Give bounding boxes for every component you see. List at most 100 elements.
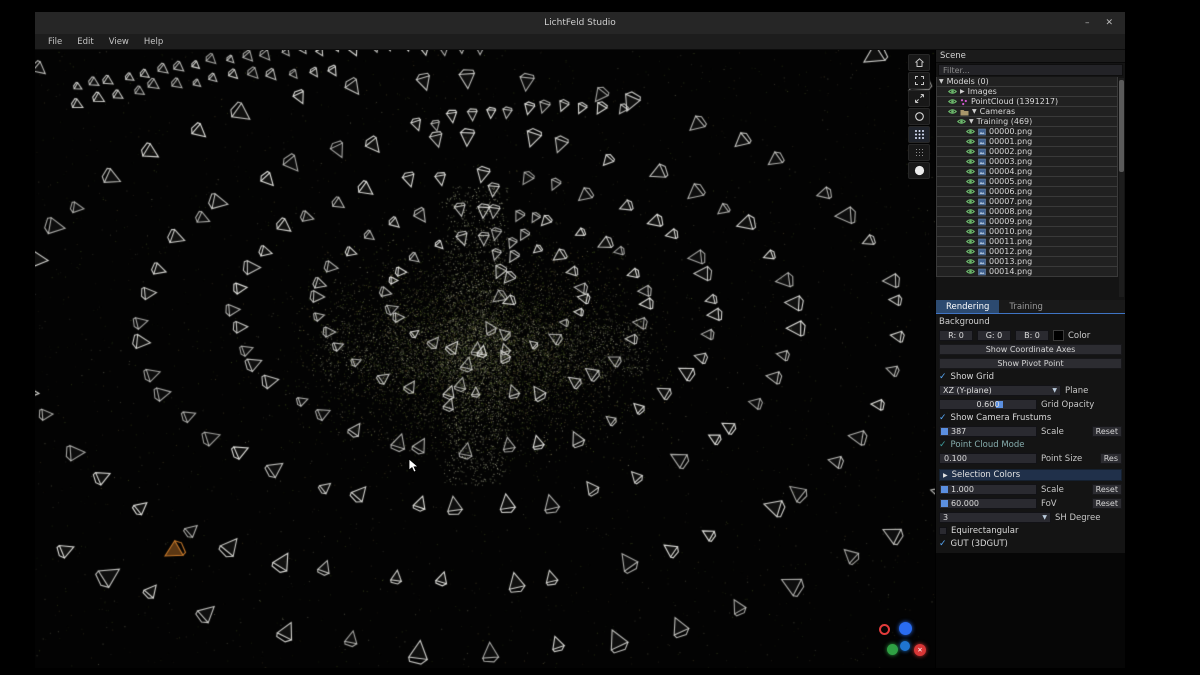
camera-scale-value: 1.000 bbox=[951, 485, 974, 494]
fov-row: 60.000 FoV Reset bbox=[939, 498, 1122, 509]
gizmo-axis-3[interactable] bbox=[900, 641, 910, 651]
grid-opacity-slider[interactable]: 0.600 bbox=[939, 399, 1037, 410]
mouse-cursor bbox=[408, 458, 420, 473]
visibility-eye-icon[interactable] bbox=[966, 258, 975, 265]
visibility-eye-icon[interactable] bbox=[948, 98, 957, 105]
show-grid-checkbox[interactable]: ✓ Show Grid bbox=[939, 372, 1122, 382]
visibility-eye-icon[interactable] bbox=[966, 188, 975, 195]
menu-edit[interactable]: Edit bbox=[77, 37, 93, 47]
viewport-toolbar bbox=[908, 54, 930, 179]
tree-item-label: 00012.png bbox=[989, 247, 1033, 256]
visibility-eye-icon[interactable] bbox=[966, 198, 975, 205]
visibility-eye-icon[interactable] bbox=[966, 158, 975, 165]
selection-colors-section[interactable]: ▶ Selection Colors bbox=[939, 469, 1122, 481]
scrollbar-thumb[interactable] bbox=[1119, 80, 1124, 172]
tree-item-label: 00009.png bbox=[989, 217, 1033, 226]
camera-scale-slider[interactable]: 1.000 bbox=[939, 484, 1037, 495]
window-controls: – ✕ bbox=[1085, 18, 1125, 28]
visibility-eye-icon[interactable] bbox=[966, 208, 975, 215]
show-camera-frustums-checkbox[interactable]: ✓ Show Camera Frustums bbox=[939, 413, 1122, 423]
visibility-eye-icon[interactable] bbox=[957, 118, 966, 125]
minimize-button[interactable]: – bbox=[1085, 18, 1090, 28]
visibility-eye-icon[interactable] bbox=[966, 238, 975, 245]
expander-closed-icon[interactable]: ▶ bbox=[960, 88, 965, 95]
fullscreen-icon[interactable] bbox=[908, 90, 930, 107]
visibility-eye-icon[interactable] bbox=[966, 168, 975, 175]
tree-item-label: 00005.png bbox=[989, 177, 1033, 186]
background-color-button[interactable]: Color bbox=[1068, 331, 1090, 341]
tree-item-label: Cameras bbox=[979, 107, 1016, 116]
image-icon bbox=[978, 228, 986, 236]
fov-reset-button[interactable]: Reset bbox=[1091, 498, 1122, 509]
fov-label: FoV bbox=[1041, 498, 1057, 509]
frustum-scale-reset-button[interactable]: Reset bbox=[1091, 426, 1122, 437]
viewport-3d[interactable]: ✕ bbox=[35, 50, 935, 668]
expander-open-icon[interactable]: ▼ bbox=[939, 78, 944, 85]
camera-scale-reset-button[interactable]: Reset bbox=[1091, 484, 1122, 495]
gizmo-axis-4[interactable]: ✕ bbox=[914, 644, 926, 656]
visibility-eye-icon[interactable] bbox=[948, 88, 957, 95]
visibility-eye-icon[interactable] bbox=[966, 148, 975, 155]
show-coordinate-axes-button[interactable]: Show Coordinate Axes bbox=[939, 344, 1122, 355]
background-g-field[interactable]: G: 0 bbox=[977, 330, 1011, 341]
expander-open-icon[interactable]: ▼ bbox=[972, 108, 977, 115]
grid-dots-icon[interactable] bbox=[908, 126, 930, 143]
image-icon bbox=[978, 208, 986, 216]
background-b-field[interactable]: B: 0 bbox=[1015, 330, 1049, 341]
orbit-circle-icon[interactable] bbox=[908, 108, 930, 125]
point-size-slider[interactable]: 0.100 bbox=[939, 453, 1037, 464]
image-icon bbox=[978, 258, 986, 266]
frustum-scale-slider[interactable]: 387 bbox=[939, 426, 1037, 437]
menu-help[interactable]: Help bbox=[144, 37, 163, 47]
tab-training[interactable]: Training bbox=[999, 300, 1053, 313]
gut-label: GUT (3DGUT) bbox=[950, 539, 1008, 549]
menu-view[interactable]: View bbox=[109, 37, 129, 47]
visibility-eye-icon[interactable] bbox=[966, 178, 975, 185]
visibility-eye-icon[interactable] bbox=[966, 138, 975, 145]
tree-item-file[interactable]: 00014.png bbox=[936, 266, 1118, 277]
tab-rendering[interactable]: Rendering bbox=[936, 300, 1000, 313]
grid-plane-row: XZ (Y-plane) ▼ Plane bbox=[939, 385, 1122, 396]
tree-item-label: 00002.png bbox=[989, 147, 1033, 156]
fov-slider[interactable]: 60.000 bbox=[939, 498, 1037, 509]
close-button[interactable]: ✕ bbox=[1105, 18, 1113, 28]
viewport-canvas[interactable] bbox=[35, 50, 935, 668]
fit-view-icon[interactable] bbox=[908, 72, 930, 89]
grid-plane-combo[interactable]: XZ (Y-plane) ▼ bbox=[939, 385, 1061, 396]
equirectangular-checkbox[interactable]: Equirectangular bbox=[939, 526, 1122, 536]
gizmo-axis-2[interactable] bbox=[887, 644, 898, 655]
frustum-scale-value: 387 bbox=[951, 427, 967, 436]
home-icon[interactable] bbox=[908, 54, 930, 71]
background-color-swatch[interactable] bbox=[1053, 330, 1064, 341]
checkmark-icon: ✓ bbox=[939, 371, 947, 382]
visibility-eye-icon[interactable] bbox=[948, 108, 957, 115]
panel-filler bbox=[936, 553, 1125, 668]
gizmo-axis-0[interactable] bbox=[879, 624, 890, 635]
point-size-reset-button[interactable]: Res bbox=[1099, 453, 1122, 464]
scene-tree-scrollbar[interactable] bbox=[1119, 78, 1124, 297]
show-pivot-point-button[interactable]: Show Pivot Point bbox=[939, 358, 1122, 369]
chevron-right-icon: ▶ bbox=[943, 471, 948, 479]
gizmo-axis-1[interactable] bbox=[899, 622, 912, 635]
menu-file[interactable]: File bbox=[48, 37, 62, 47]
visibility-eye-icon[interactable] bbox=[966, 128, 975, 135]
point-size-label: Point Size bbox=[1041, 453, 1083, 464]
sh-degree-combo[interactable]: 3 ▼ bbox=[939, 512, 1051, 523]
point-cloud-mode-checkbox[interactable]: ✓ Point Cloud Mode bbox=[939, 440, 1122, 450]
background-r-field[interactable]: R: 0 bbox=[939, 330, 973, 341]
visibility-eye-icon[interactable] bbox=[966, 218, 975, 225]
filter-input[interactable] bbox=[938, 64, 1123, 76]
visibility-eye-icon[interactable] bbox=[966, 268, 975, 275]
point-size-row: 0.100 Point Size Res bbox=[939, 453, 1122, 464]
visibility-eye-icon[interactable] bbox=[966, 248, 975, 255]
sh-degree-row: 3 ▼ SH Degree bbox=[939, 512, 1122, 523]
snap-dots-icon[interactable] bbox=[908, 144, 930, 161]
tree-item-label: 00011.png bbox=[989, 237, 1033, 246]
visibility-eye-icon[interactable] bbox=[966, 228, 975, 235]
gut-checkbox[interactable]: ✓ GUT (3DGUT) bbox=[939, 539, 1122, 549]
tree-item-label: 00004.png bbox=[989, 167, 1033, 176]
axis-gizmo[interactable]: ✕ bbox=[877, 622, 929, 660]
sphere-icon[interactable] bbox=[908, 162, 930, 179]
expander-open-icon[interactable]: ▼ bbox=[969, 118, 974, 125]
background-color-row: R: 0 G: 0 B: 0 Color bbox=[939, 330, 1122, 341]
